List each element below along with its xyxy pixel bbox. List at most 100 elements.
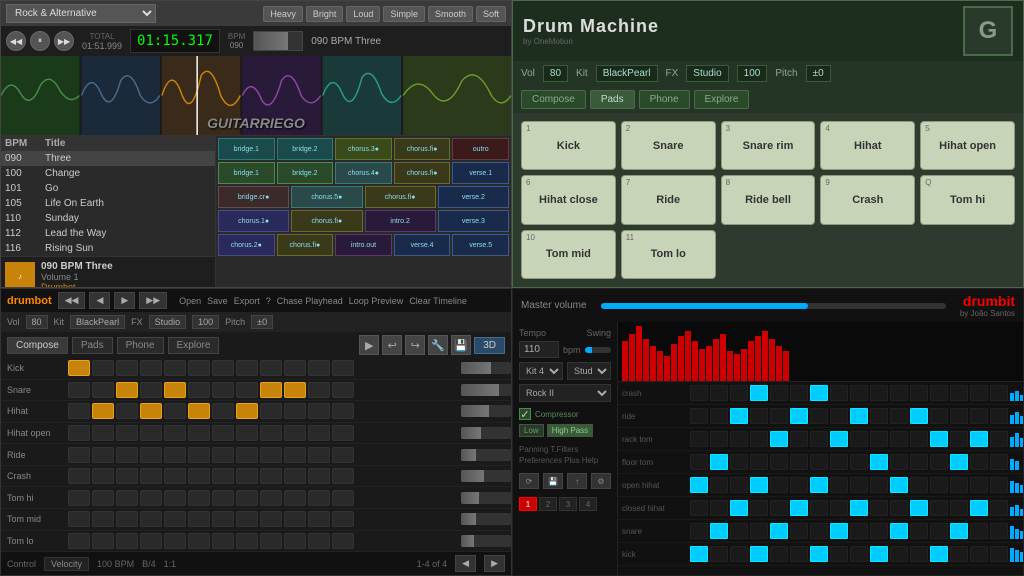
- dbit-btn[interactable]: [830, 454, 848, 470]
- seq-btn[interactable]: [140, 511, 162, 527]
- style-bright-btn[interactable]: Bright: [306, 6, 344, 22]
- dbit-btn[interactable]: [850, 523, 868, 539]
- seq-btn[interactable]: [188, 468, 210, 484]
- dbit-btn[interactable]: [750, 523, 768, 539]
- dbit-btn[interactable]: [990, 546, 1008, 562]
- seq-btn[interactable]: [164, 511, 186, 527]
- seq-btn[interactable]: [140, 468, 162, 484]
- dbit-btn[interactable]: [890, 408, 908, 424]
- style-simple-btn[interactable]: Simple: [383, 6, 425, 22]
- dbit-btn[interactable]: [790, 431, 808, 447]
- seq-btn[interactable]: [116, 511, 138, 527]
- clip-verse3[interactable]: verse.3: [438, 210, 509, 232]
- dbit-btn[interactable]: [690, 431, 708, 447]
- seq-btn[interactable]: [212, 533, 234, 549]
- dbit-btn[interactable]: [850, 408, 868, 424]
- dbit-btn[interactable]: [950, 431, 968, 447]
- dbit-btn[interactable]: [690, 454, 708, 470]
- clip-intro2[interactable]: intro.2: [365, 210, 436, 232]
- volume-num-value[interactable]: 100: [737, 65, 768, 82]
- seq-btn[interactable]: [116, 490, 138, 506]
- dbit-btn[interactable]: [790, 385, 808, 401]
- dbit-btn[interactable]: [770, 385, 788, 401]
- dbit-btn[interactable]: [850, 500, 868, 516]
- seq-btn[interactable]: [284, 533, 306, 549]
- seq-btn[interactable]: [332, 425, 354, 441]
- seq-btn[interactable]: [308, 511, 330, 527]
- seq-btn[interactable]: [332, 382, 354, 398]
- seq-btn[interactable]: [260, 425, 282, 441]
- seq-btn[interactable]: [140, 533, 162, 549]
- dbit-btn[interactable]: [710, 454, 728, 470]
- genre-select[interactable]: Rock & Alternative: [6, 4, 156, 23]
- seq-btn[interactable]: [284, 511, 306, 527]
- dbit-btn[interactable]: [830, 523, 848, 539]
- track-row-5[interactable]: 112 Lead the Way: [1, 226, 215, 241]
- db-tab-phone[interactable]: Phone: [117, 337, 164, 354]
- seq-btn[interactable]: [236, 533, 258, 549]
- db-3d-btn[interactable]: 3D: [474, 337, 505, 354]
- seq-btn[interactable]: [260, 403, 282, 419]
- seq-btn[interactable]: [164, 447, 186, 463]
- seq-btn[interactable]: [188, 511, 210, 527]
- seq-btn[interactable]: [260, 511, 282, 527]
- dbit-btn[interactable]: [710, 431, 728, 447]
- dbit-btn[interactable]: [750, 408, 768, 424]
- track-row-0[interactable]: 090 Three: [1, 151, 215, 166]
- dbit-btn[interactable]: [870, 454, 888, 470]
- dbit-btn[interactable]: [750, 546, 768, 562]
- seq-btn[interactable]: [188, 447, 210, 463]
- dbit-btn[interactable]: [870, 546, 888, 562]
- dbit-btn[interactable]: [830, 385, 848, 401]
- db-pitch-val[interactable]: ±0: [251, 315, 273, 329]
- dbit-btn[interactable]: [690, 500, 708, 516]
- dbit-btn[interactable]: [930, 500, 948, 516]
- clip-bridge-cr[interactable]: bridge.cr●: [218, 186, 289, 208]
- seq-btn[interactable]: [284, 447, 306, 463]
- dbit-btn[interactable]: [830, 477, 848, 493]
- seq-btn[interactable]: [140, 490, 162, 506]
- dbit-btn[interactable]: [690, 477, 708, 493]
- dbit-btn[interactable]: [750, 431, 768, 447]
- style-loud-btn[interactable]: Loud: [346, 6, 380, 22]
- track-row-6[interactable]: 116 Rising Sun: [1, 241, 215, 256]
- seq-btn[interactable]: [188, 403, 210, 419]
- pad-ride[interactable]: 7 Ride: [621, 175, 716, 224]
- seq-btn[interactable]: [212, 403, 234, 419]
- seq-btn[interactable]: [92, 468, 114, 484]
- dbit-btn[interactable]: [750, 500, 768, 516]
- dbit-btn[interactable]: [950, 523, 968, 539]
- seq-btn[interactable]: [116, 447, 138, 463]
- seq-btn[interactable]: [212, 468, 234, 484]
- seq-btn[interactable]: [308, 447, 330, 463]
- dbit-btn[interactable]: [750, 477, 768, 493]
- dbit-btn[interactable]: [910, 477, 928, 493]
- dbit-btn[interactable]: [790, 546, 808, 562]
- plus-item[interactable]: Plus: [564, 456, 580, 465]
- dbit-btn[interactable]: [990, 408, 1008, 424]
- dbit-btn[interactable]: [910, 431, 928, 447]
- dbit-btn[interactable]: [830, 408, 848, 424]
- seq-btn[interactable]: [284, 382, 306, 398]
- dbit-btn[interactable]: [810, 454, 828, 470]
- clip-chorus-fi1[interactable]: chorus.fi●: [394, 138, 451, 160]
- seq-btn[interactable]: [92, 447, 114, 463]
- seq-btn[interactable]: [284, 468, 306, 484]
- seq-btn[interactable]: [332, 360, 354, 376]
- seq-btn[interactable]: [332, 447, 354, 463]
- dbit-btn[interactable]: [730, 546, 748, 562]
- dbit-btn[interactable]: [990, 477, 1008, 493]
- dbit-btn[interactable]: [770, 500, 788, 516]
- seq-btn[interactable]: [116, 533, 138, 549]
- seq-btn[interactable]: [212, 447, 234, 463]
- clip-chorus-fi2[interactable]: chorus.fi●: [394, 162, 451, 184]
- t-filters-item[interactable]: T.Filters: [550, 445, 578, 454]
- dbit-btn[interactable]: [910, 454, 928, 470]
- dbit-btn[interactable]: [730, 385, 748, 401]
- dbit-btn[interactable]: [790, 408, 808, 424]
- master-volume-slider[interactable]: [601, 303, 946, 309]
- db-tab-explore[interactable]: Explore: [168, 337, 220, 354]
- seq-btn[interactable]: [164, 533, 186, 549]
- style-heavy-btn[interactable]: Heavy: [263, 6, 303, 22]
- track-row-2[interactable]: 101 Go: [1, 181, 215, 196]
